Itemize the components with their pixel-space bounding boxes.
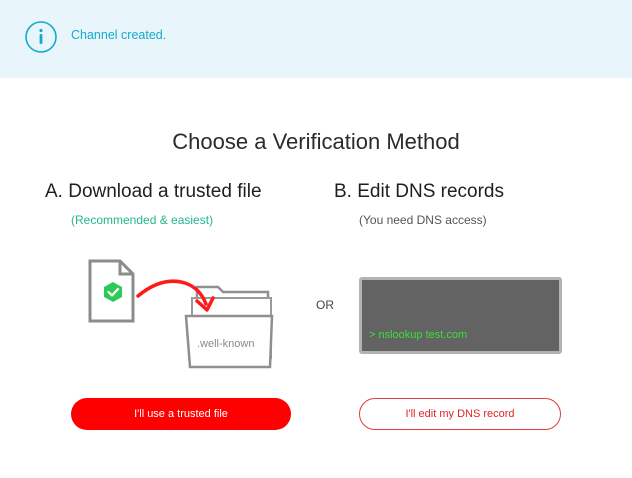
trusted-file-illustration bbox=[88, 259, 274, 369]
folder-icon bbox=[184, 285, 274, 369]
notification-banner: Channel created. bbox=[0, 0, 632, 78]
option-a-title: A. Download a trusted file bbox=[45, 181, 262, 202]
option-b-title: B. Edit DNS records bbox=[334, 181, 504, 202]
banner-message: Channel created. bbox=[71, 28, 167, 42]
option-b-subtitle: (You need DNS access) bbox=[359, 213, 487, 227]
page-title: Choose a Verification Method bbox=[172, 129, 460, 154]
use-trusted-file-button[interactable]: I'll use a trusted file bbox=[71, 398, 291, 430]
option-a-subtitle: (Recommended & easiest) bbox=[71, 213, 214, 227]
or-divider: OR bbox=[316, 298, 334, 312]
arrow-icon bbox=[136, 279, 215, 312]
folder-label: .well-known bbox=[197, 338, 255, 350]
terminal-command: > nslookup test.com bbox=[369, 329, 468, 341]
edit-dns-record-button[interactable]: I'll edit my DNS record bbox=[359, 398, 561, 430]
file-icon bbox=[88, 259, 135, 323]
dns-terminal-illustration: > nslookup test.com bbox=[359, 277, 562, 354]
info-icon bbox=[25, 21, 57, 53]
